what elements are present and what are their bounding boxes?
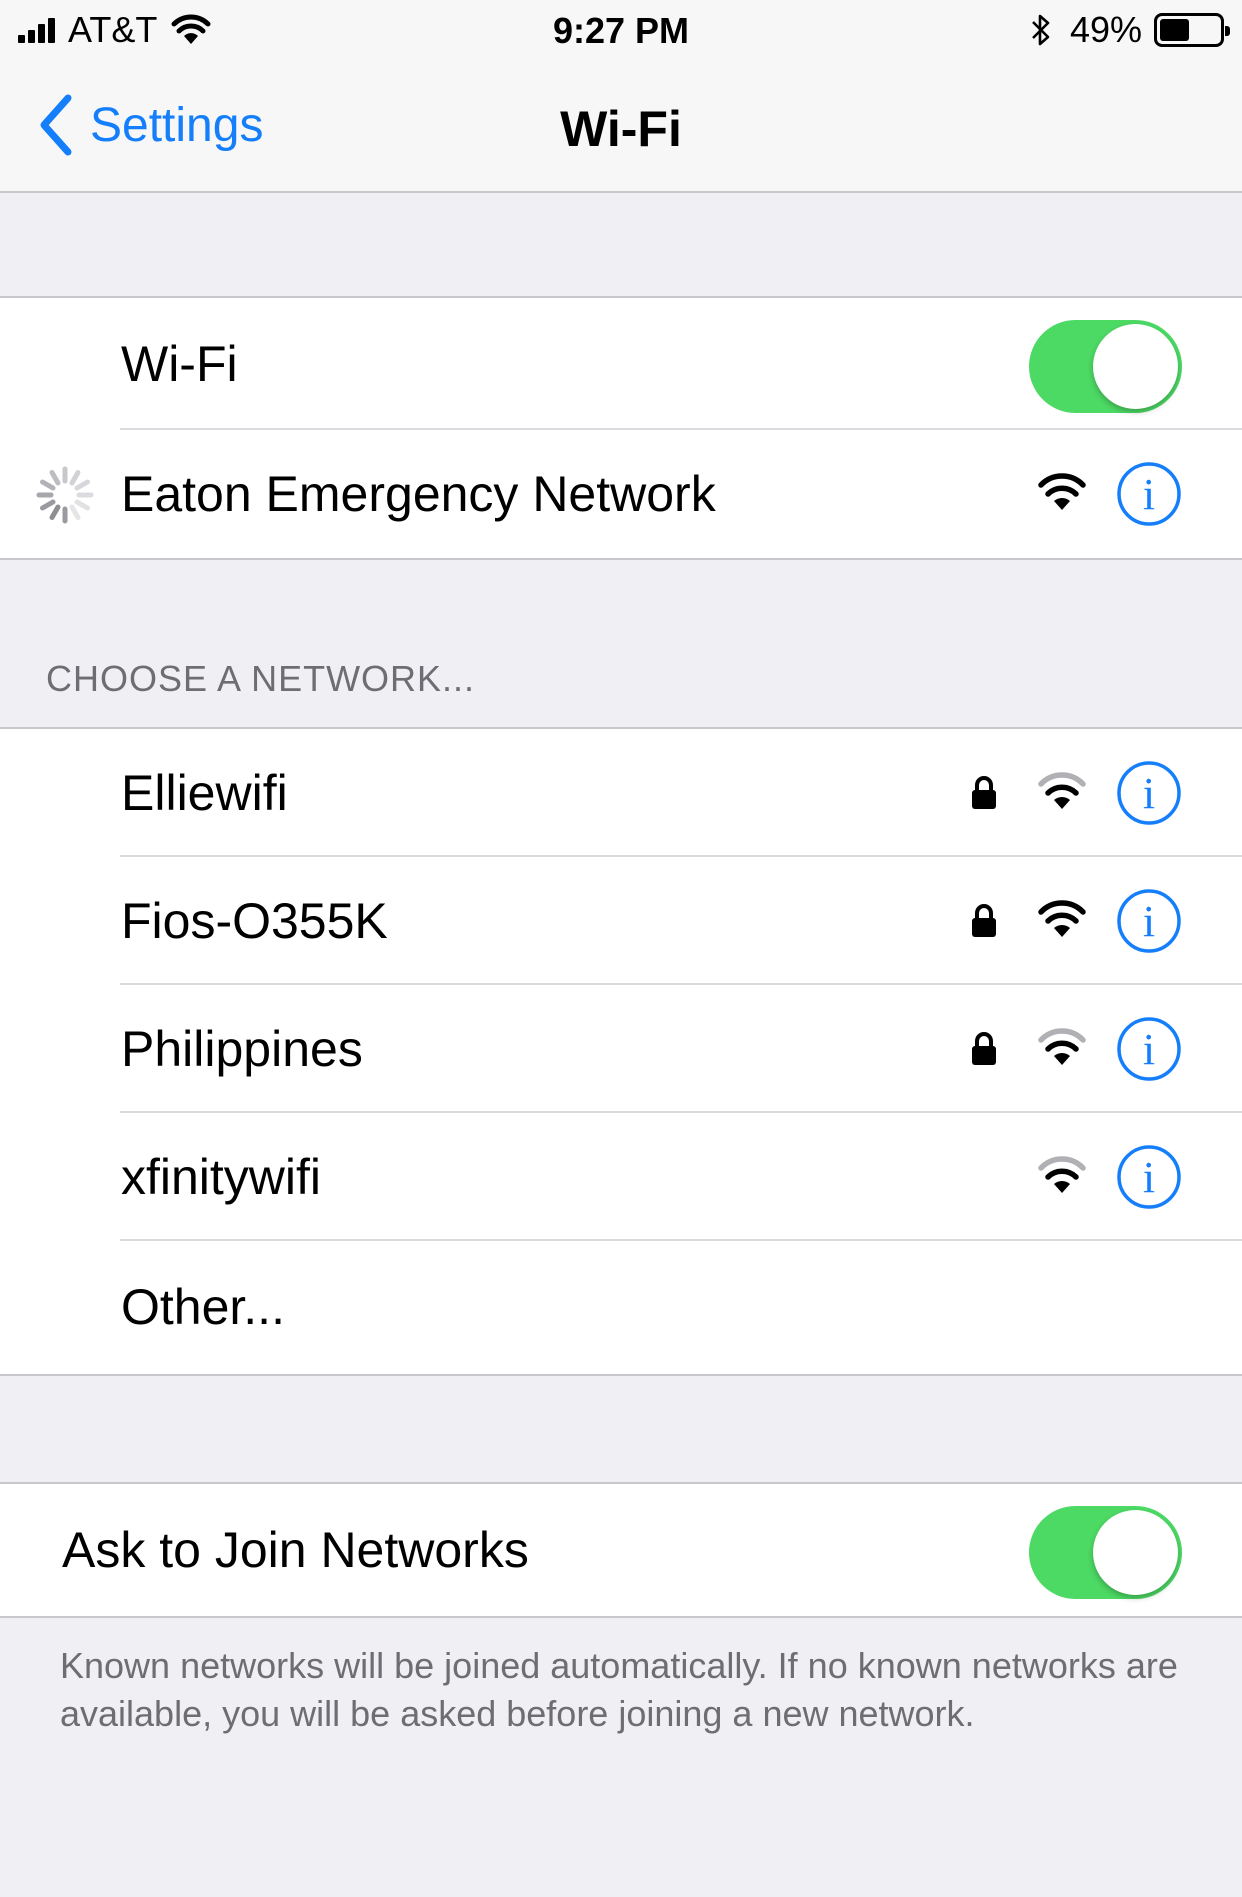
wifi-strength-icon <box>1038 473 1086 510</box>
navigation-bar: Settings Wi-Fi <box>0 62 1242 193</box>
network-name: xfinitywifi <box>121 1149 322 1205</box>
network-name: Elliewifi <box>121 765 288 821</box>
status-right: 49% <box>1030 9 1230 50</box>
info-icon[interactable]: i <box>1116 888 1182 954</box>
section-header: CHOOSE A NETWORK... <box>46 658 476 699</box>
connected-network-row[interactable]: Eaton Emergency Network i <box>0 430 1242 558</box>
ask-to-join-group: Ask to Join Networks <box>0 1482 1242 1618</box>
battery-icon <box>1154 13 1230 47</box>
ask-to-join-row: Ask to Join Networks <box>0 1484 1242 1616</box>
wifi-strength-icon <box>1038 772 1086 809</box>
wifi-group: Wi-Fi Eaton Emergency Network i <box>0 296 1242 560</box>
svg-text:i: i <box>1143 470 1155 519</box>
connected-network-name: Eaton Emergency Network <box>121 466 716 522</box>
svg-text:i: i <box>1143 1025 1155 1074</box>
ask-to-join-footer: Known networks will be joined automatica… <box>60 1645 1178 1734</box>
network-row-fios[interactable]: Fios-O355K i <box>0 857 1242 985</box>
toggle-knob <box>1093 1510 1178 1595</box>
info-icon[interactable]: i <box>1116 461 1182 527</box>
info-icon[interactable]: i <box>1116 1016 1182 1082</box>
info-icon[interactable]: i <box>1116 760 1182 826</box>
network-list: Elliewifi i Fios-O355K i Philippines i x… <box>0 727 1242 1376</box>
bluetooth-icon <box>1032 14 1050 46</box>
wifi-toggle-label: Wi-Fi <box>121 336 238 392</box>
page-title: Wi-Fi <box>560 101 682 157</box>
wifi-strength-icon <box>1038 1028 1086 1065</box>
wifi-toggle-switch[interactable] <box>1029 320 1182 413</box>
network-row-philippines[interactable]: Philippines i <box>0 985 1242 1113</box>
wifi-strength-icon <box>1038 1156 1086 1193</box>
other-network-label: Other... <box>121 1279 285 1335</box>
ask-to-join-toggle[interactable] <box>1029 1506 1182 1599</box>
svg-text:i: i <box>1143 897 1155 946</box>
other-network-row[interactable]: Other... <box>0 1241 1242 1374</box>
lock-icon <box>972 1032 996 1065</box>
battery-percent: 49% <box>1069 9 1142 50</box>
network-name: Fios-O355K <box>121 893 388 949</box>
loading-spinner-icon <box>36 466 94 524</box>
status-bar: AT&T 9:27 PM 49% <box>0 0 1242 62</box>
svg-text:i: i <box>1143 769 1155 818</box>
svg-text:i: i <box>1143 1153 1155 1202</box>
wifi-strength-icon <box>1038 900 1086 937</box>
network-row-elliewifi[interactable]: Elliewifi i <box>0 729 1242 857</box>
lock-icon <box>972 904 996 937</box>
network-row-xfinitywifi[interactable]: xfinitywifi i <box>0 1113 1242 1241</box>
info-icon[interactable]: i <box>1116 1144 1182 1210</box>
wifi-toggle-row: Wi-Fi <box>0 298 1242 430</box>
ask-to-join-label: Ask to Join Networks <box>62 1522 529 1578</box>
toggle-knob <box>1093 324 1178 409</box>
lock-icon <box>972 776 996 809</box>
network-name: Philippines <box>121 1021 363 1077</box>
